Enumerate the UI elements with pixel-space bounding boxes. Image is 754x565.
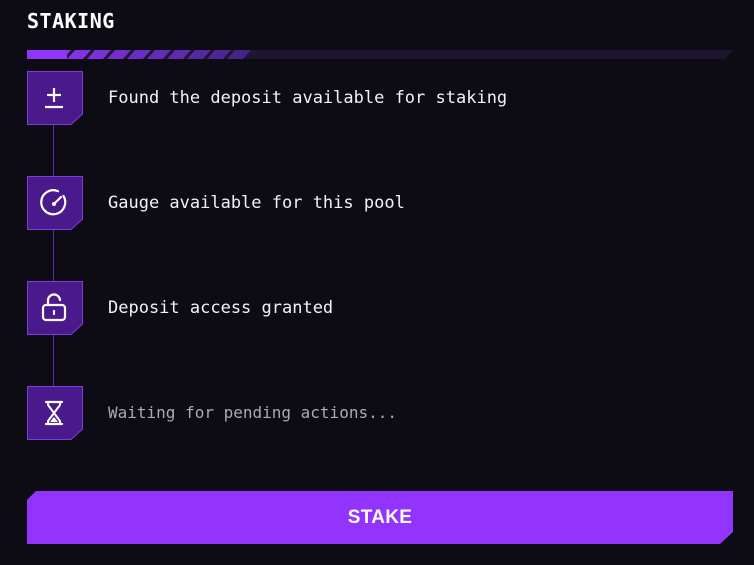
step-4-badge: [27, 386, 83, 440]
panel-title: STAKING: [27, 9, 115, 33]
step-4-label: Waiting for pending actions...: [108, 403, 397, 422]
step-2-badge: [27, 176, 83, 230]
step-3-badge: [27, 281, 83, 335]
step-2-label: Gauge available for this pool: [108, 193, 405, 213]
step-3-label: Deposit access granted: [108, 298, 334, 318]
step-connector: [53, 230, 54, 282]
step-connector: [53, 125, 54, 177]
step-1-badge: [27, 71, 83, 125]
stake-button-label[interactable]: STAKE: [27, 491, 733, 544]
gauge-icon: [27, 176, 83, 230]
step-1-label: Found the deposit available for staking: [108, 88, 508, 108]
hourglass-icon: [27, 386, 83, 440]
staking-progress-bar: [27, 44, 733, 59]
unlock-icon: [27, 281, 83, 335]
stake-button[interactable]: STAKE: [27, 491, 733, 544]
step-connector: [53, 335, 54, 387]
plus-minus-icon: [27, 71, 83, 125]
